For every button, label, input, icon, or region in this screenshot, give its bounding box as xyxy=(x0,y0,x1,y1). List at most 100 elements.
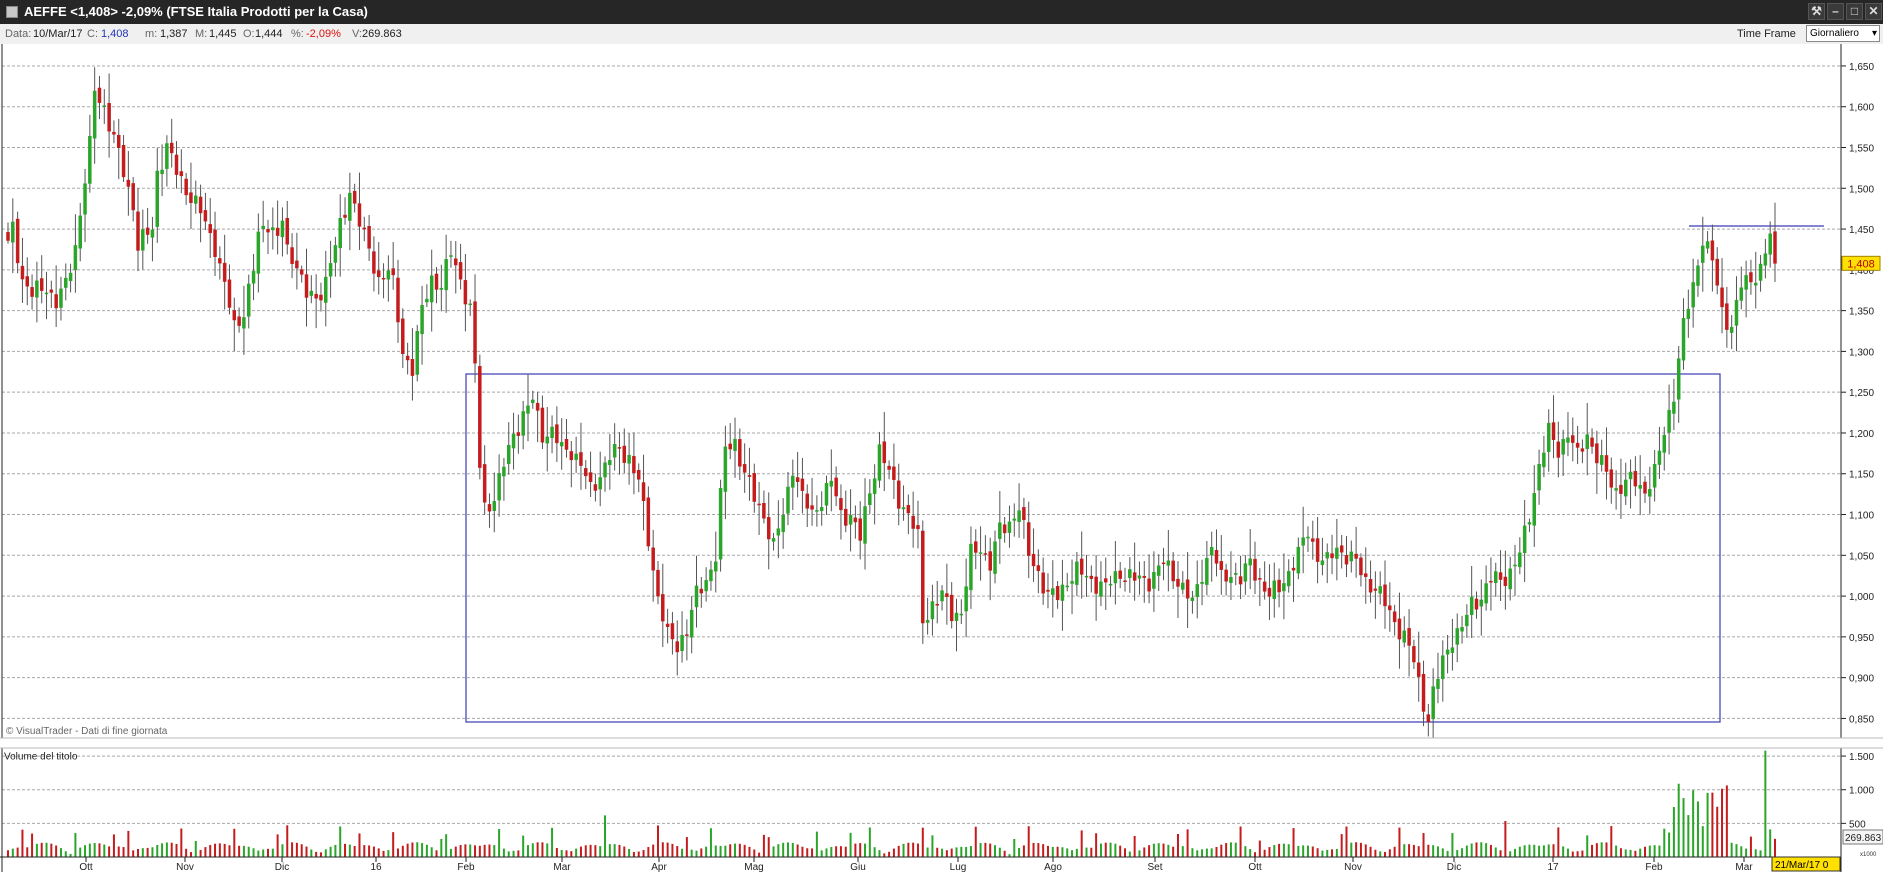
candle-body xyxy=(478,366,482,468)
candle-body xyxy=(194,195,198,204)
candle-body xyxy=(1474,598,1479,610)
candle-body xyxy=(1643,481,1647,494)
volume-bar xyxy=(238,845,241,857)
candle-body xyxy=(1378,586,1382,594)
candle-body xyxy=(1209,546,1214,556)
candle-body xyxy=(771,538,776,542)
candle-body xyxy=(1176,578,1180,587)
volume-bar xyxy=(16,847,19,857)
volume-bar xyxy=(136,848,139,857)
volume-bar xyxy=(762,834,765,857)
candle-body xyxy=(555,424,559,444)
candle-body xyxy=(964,586,968,612)
volume-bar xyxy=(498,828,501,857)
candle-body xyxy=(88,135,92,184)
candle-body xyxy=(718,487,723,560)
volume-value: 269.863 xyxy=(362,28,402,40)
candle-body xyxy=(1229,577,1233,583)
volume-label: V: xyxy=(352,28,362,40)
candle-body xyxy=(1373,588,1378,591)
volume-bar xyxy=(1287,844,1290,857)
volume-bar xyxy=(1013,838,1016,857)
candle-body xyxy=(1498,572,1503,580)
volume-bar xyxy=(377,848,380,857)
volume-bar xyxy=(984,842,987,857)
candle-body xyxy=(150,229,155,238)
volume-bar xyxy=(276,834,279,857)
volume-bar xyxy=(892,848,895,857)
candle-body xyxy=(1662,434,1667,453)
timeframe-select[interactable]: Giornaliero ▾ xyxy=(1806,25,1880,42)
pct-value: -2,09% xyxy=(306,28,341,40)
candle-body xyxy=(959,613,964,616)
volume-bar xyxy=(11,848,14,857)
volume-unit: x1000 xyxy=(1860,852,1877,858)
candle-body xyxy=(675,641,679,653)
candle-body xyxy=(1556,441,1561,458)
volume-bar xyxy=(1624,849,1627,857)
volume-bar xyxy=(517,850,520,857)
volume-bar xyxy=(1152,843,1155,857)
candle-body xyxy=(1152,572,1156,589)
volume-bar xyxy=(1629,849,1632,857)
price-tick-label: 1,100 xyxy=(1849,511,1874,522)
candle-body xyxy=(1546,422,1551,452)
candle-body xyxy=(1744,275,1748,290)
candle-body xyxy=(945,593,949,597)
maximize-button[interactable]: □ xyxy=(1846,3,1863,20)
volume-bar xyxy=(1514,848,1517,857)
pct-label: %: xyxy=(291,28,304,40)
volume-bar xyxy=(1701,826,1704,857)
candle-body xyxy=(906,505,911,514)
volume-bar xyxy=(1046,845,1049,857)
candle-body xyxy=(1075,561,1079,585)
volume-bar xyxy=(1711,792,1714,857)
candle-body xyxy=(887,465,891,470)
candle-body xyxy=(213,229,217,257)
volume-bar xyxy=(1090,847,1093,857)
candle-body xyxy=(545,436,549,444)
candle-body xyxy=(511,433,516,449)
volume-bar xyxy=(1774,838,1776,857)
last-price-label: 1,408 xyxy=(1847,258,1875,270)
candle-body xyxy=(39,278,44,291)
candle-body xyxy=(449,255,453,257)
volume-bar xyxy=(1432,845,1435,857)
volume-bar xyxy=(1114,843,1117,857)
volume-bar xyxy=(661,842,664,857)
volume-bar xyxy=(666,842,669,857)
candle-body xyxy=(1585,434,1589,449)
candle-body xyxy=(892,466,896,480)
volume-bar xyxy=(1321,850,1324,857)
timeframe-label: Time Frame xyxy=(1737,28,1796,40)
candle-body xyxy=(680,634,684,652)
volume-bar xyxy=(743,844,746,857)
volume-bar xyxy=(1571,851,1574,857)
candle-body xyxy=(1330,553,1334,559)
candle-body xyxy=(266,228,270,233)
volume-bar xyxy=(998,847,1001,857)
time-tick-label: Dic xyxy=(1447,862,1461,872)
candle-body xyxy=(588,472,593,483)
pin-icon[interactable]: ⚒ xyxy=(1808,3,1825,20)
volume-bar xyxy=(324,849,327,857)
volume-bar xyxy=(1412,844,1415,857)
volume-bar xyxy=(1379,851,1382,857)
candle-body xyxy=(1099,581,1103,597)
candle-body xyxy=(44,292,49,295)
candle-body xyxy=(1166,560,1171,566)
candle-body xyxy=(492,501,497,511)
minimize-button[interactable]: – xyxy=(1827,3,1844,20)
volume-bar xyxy=(1119,845,1122,857)
volume-bar xyxy=(50,843,53,857)
volume-bar xyxy=(613,844,616,857)
volume-bar xyxy=(1071,850,1074,857)
volume-bar xyxy=(594,845,597,857)
volume-bar xyxy=(117,846,120,857)
candle-body xyxy=(834,477,838,497)
candle-body xyxy=(1566,437,1570,443)
volume-bar xyxy=(1648,845,1651,857)
candle-body xyxy=(295,260,299,269)
close-button[interactable]: ✕ xyxy=(1865,3,1882,20)
price-chart[interactable]: 1,6501,6001,5501,5001,4501,4001,3501,300… xyxy=(0,44,1883,872)
